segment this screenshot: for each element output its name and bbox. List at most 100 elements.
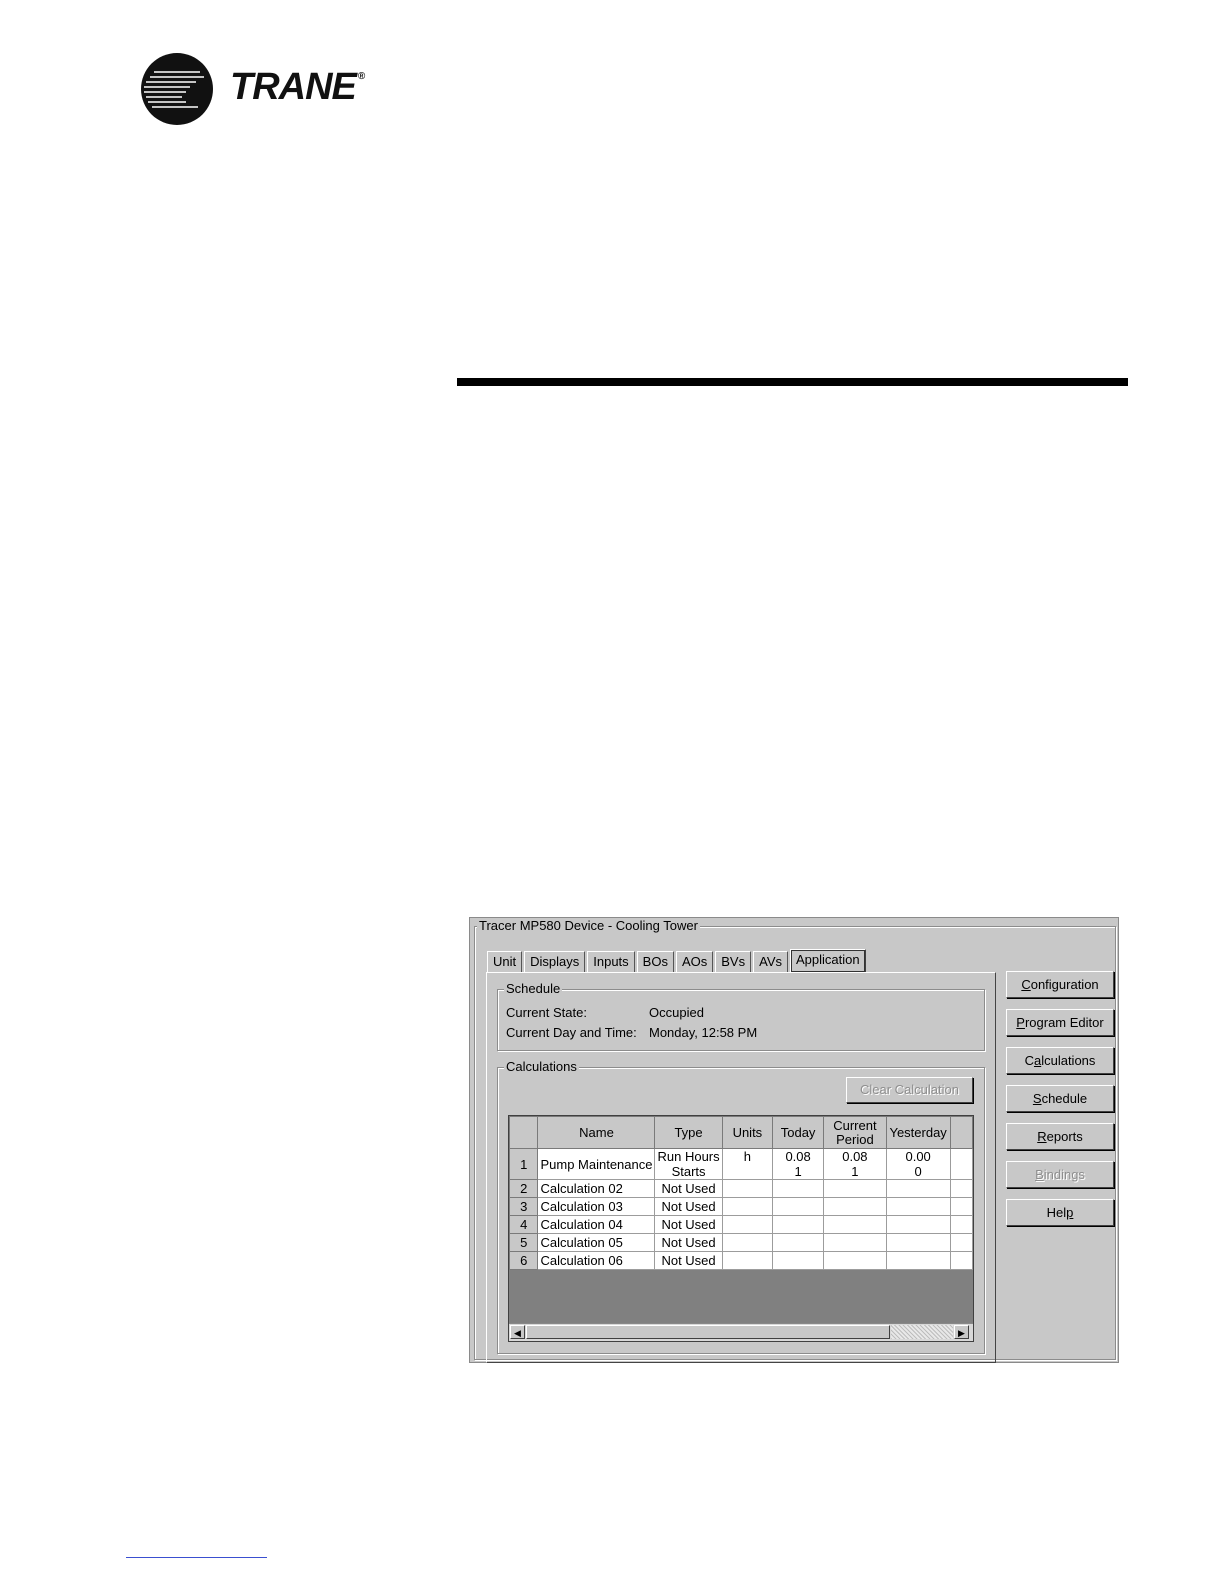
row-number[interactable]: 3 — [509, 1197, 539, 1216]
scroll-right-icon[interactable]: ▶ — [954, 1325, 969, 1339]
calc-yesterday-cell[interactable] — [885, 1179, 951, 1198]
calc-current-period-cell[interactable] — [823, 1179, 887, 1198]
column-header-yesterday[interactable]: Yesterday — [885, 1116, 951, 1149]
calc-units-cell[interactable] — [721, 1179, 774, 1198]
tab-inputs[interactable]: Inputs — [587, 951, 635, 972]
calc-units-cell[interactable]: h — [721, 1148, 774, 1180]
calc-today-cell[interactable] — [772, 1233, 825, 1252]
current-daytime-value: Monday, 12:58 PM — [649, 1025, 758, 1040]
calc-today-cell[interactable] — [772, 1179, 825, 1198]
calc-name-cell[interactable]: Calculation 06 — [537, 1251, 656, 1270]
bindings-button[interactable]: Bindings — [1006, 1161, 1114, 1188]
table-row[interactable]: 3 Calculation 03 Not Used — [509, 1197, 973, 1216]
dialog-title: Tracer MP580 Device - Cooling Tower — [477, 918, 700, 934]
table-row[interactable]: 6 Calculation 06 Not Used — [509, 1251, 973, 1270]
calc-extra-cell[interactable] — [949, 1215, 973, 1234]
calc-type-cell[interactable]: Not Used — [654, 1233, 723, 1252]
row-number[interactable]: 5 — [509, 1233, 539, 1252]
calc-units-cell[interactable] — [721, 1233, 774, 1252]
calc-extra-cell[interactable] — [949, 1197, 973, 1216]
calc-type-cell-line: Not Used — [661, 1217, 716, 1232]
column-header-extra — [949, 1116, 973, 1149]
calc-name-cell[interactable]: Calculation 03 — [537, 1197, 656, 1216]
calc-name-cell[interactable]: Calculation 05 — [537, 1233, 656, 1252]
tab-application[interactable]: Application — [790, 949, 866, 973]
table-row[interactable]: 1 Pump Maintenance Run Hours Starts h 0.08 1 0.… — [509, 1148, 973, 1180]
trane-logo-mark — [141, 53, 213, 125]
calc-yesterday-cell[interactable] — [885, 1197, 951, 1216]
calc-current-period-cell[interactable] — [823, 1197, 887, 1216]
help-button[interactable]: Help — [1006, 1199, 1114, 1226]
tab-aos[interactable]: AOs — [675, 951, 714, 972]
calculations-table: Name Type Units Today Current Period Yes… — [509, 1116, 973, 1270]
calc-name-cell[interactable]: Calculation 04 — [537, 1215, 656, 1234]
calc-extra-cell[interactable] — [949, 1179, 973, 1198]
calc-type-cell[interactable]: Not Used — [654, 1197, 723, 1216]
calc-current-period-cell[interactable] — [823, 1233, 887, 1252]
table-row[interactable]: 4 Calculation 04 Not Used — [509, 1215, 973, 1234]
calc-yesterday-cell[interactable] — [885, 1251, 951, 1270]
calc-today-cell[interactable] — [772, 1197, 825, 1216]
calculations-group-title: Calculations — [504, 1059, 579, 1075]
calc-units-cell[interactable] — [721, 1251, 774, 1270]
row-number[interactable]: 1 — [509, 1148, 539, 1180]
calc-today-cell[interactable]: 0.08 1 — [772, 1148, 825, 1180]
row-number[interactable]: 4 — [509, 1215, 539, 1234]
tab-bos[interactable]: BOs — [636, 951, 674, 972]
calc-current-period-cell[interactable] — [823, 1215, 887, 1234]
calc-type-cell[interactable]: Not Used — [654, 1251, 723, 1270]
schedule-button[interactable]: Schedule — [1006, 1085, 1114, 1112]
header-rule — [457, 378, 1128, 386]
calc-name-cell[interactable]: Pump Maintenance — [537, 1148, 656, 1180]
calc-units-cell[interactable] — [721, 1215, 774, 1234]
calc-units-cell[interactable] — [721, 1197, 774, 1216]
calc-today-cell-line: 0.08 — [785, 1149, 811, 1165]
row-number[interactable]: 2 — [509, 1179, 539, 1198]
calc-extra-cell[interactable] — [949, 1233, 973, 1252]
clear-calculation-button[interactable]: Clear Calculation — [846, 1077, 973, 1103]
row-number[interactable]: 6 — [509, 1251, 539, 1270]
current-state-value: Occupied — [649, 1005, 704, 1020]
tab-unit[interactable]: Unit — [487, 951, 523, 972]
calc-extra-cell[interactable] — [949, 1251, 973, 1270]
calc-type-cell[interactable]: Run Hours Starts — [654, 1148, 723, 1180]
calc-yesterday-cell[interactable] — [885, 1233, 951, 1252]
application-tab-panel: Schedule Current State: Occupied Current… — [486, 972, 996, 1363]
table-row[interactable]: 2 Calculation 02 Not Used — [509, 1179, 973, 1198]
scroll-left-icon[interactable]: ◀ — [510, 1325, 525, 1339]
column-header-name[interactable]: Name — [537, 1116, 656, 1149]
calc-current-period-cell[interactable] — [823, 1251, 887, 1270]
tab-bar: Unit Displays Inputs BOs AOs BVs AVs App… — [487, 949, 868, 973]
tracer-device-dialog: Tracer MP580 Device - Cooling Tower Unit… — [469, 917, 1119, 1363]
scroll-track[interactable] — [891, 1325, 953, 1339]
column-header-type[interactable]: Type — [654, 1116, 723, 1149]
calc-today-cell[interactable] — [772, 1215, 825, 1234]
calc-name-cell[interactable]: Calculation 02 — [537, 1179, 656, 1198]
calculations-button[interactable]: Calculations — [1006, 1047, 1114, 1074]
column-header-current-period[interactable]: Current Period — [823, 1116, 887, 1149]
calculations-grid[interactable]: Name Type Units Today Current Period Yes… — [508, 1115, 974, 1342]
calc-type-cell-line: Not Used — [661, 1253, 716, 1268]
calc-yesterday-cell[interactable] — [885, 1215, 951, 1234]
trane-wordmark: TRANE ® — [230, 66, 365, 108]
calc-type-cell[interactable]: Not Used — [654, 1215, 723, 1234]
table-row[interactable]: 5 Calculation 05 Not Used — [509, 1233, 973, 1252]
calc-today-cell-line: 1 — [794, 1164, 802, 1179]
tab-bvs[interactable]: BVs — [715, 951, 752, 972]
reports-button[interactable]: Reports — [1006, 1123, 1114, 1150]
horizontal-scrollbar[interactable]: ◀ ▶ — [509, 1323, 973, 1341]
configuration-button[interactable]: Configuration — [1006, 971, 1114, 998]
program-editor-button[interactable]: Program Editor — [1006, 1009, 1114, 1036]
column-header-today[interactable]: Today — [772, 1116, 825, 1149]
column-header-units[interactable]: Units — [721, 1116, 774, 1149]
calc-extra-cell[interactable] — [949, 1148, 973, 1180]
tab-avs[interactable]: AVs — [753, 951, 788, 972]
scroll-thumb[interactable] — [526, 1325, 890, 1339]
calc-type-cell-line: Run Hours — [657, 1149, 720, 1165]
calc-current-period-cell[interactable]: 0.08 1 — [823, 1148, 887, 1180]
calc-yesterday-cell[interactable]: 0.00 0 — [885, 1148, 951, 1180]
trane-logo: TRANE ® — [140, 52, 380, 128]
calc-today-cell[interactable] — [772, 1251, 825, 1270]
tab-displays[interactable]: Displays — [524, 951, 586, 972]
calc-type-cell[interactable]: Not Used — [654, 1179, 723, 1198]
